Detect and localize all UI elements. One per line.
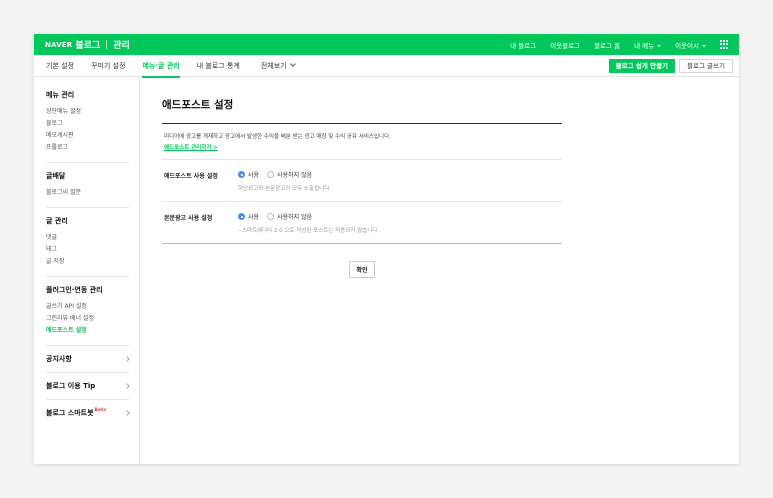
nav-user[interactable]: 이웃이시 — [675, 40, 706, 50]
sidebar-item-write-api[interactable]: 글쓰기 API 설정 — [46, 301, 129, 313]
radio-use[interactable]: 사용 — [238, 170, 259, 179]
radio-unchecked-icon — [267, 213, 275, 220]
tab-design-settings[interactable]: 꾸미기 설정 — [91, 55, 125, 77]
sidebar-section-title: 글배달 — [46, 172, 66, 180]
tab-basic-settings[interactable]: 기본 설정 — [46, 55, 74, 77]
radio-label: 사용하지 않음 — [277, 214, 313, 221]
radio-not-use[interactable]: 사용하지 않음 — [267, 170, 312, 179]
service-description: 미디어에 광고를 게재하고 광고에서 발생한 수익을 배분 받는 광고 매칭 및… — [162, 124, 562, 160]
chevron-right-icon — [124, 356, 130, 362]
sidebar-section-title: 글 관리 — [46, 217, 68, 225]
my-menu-label: 내 메뉴 — [634, 41, 655, 50]
sidebar-section-title: 블로그 이용 Tip — [46, 382, 96, 390]
header-actions: 블로그 쉽게 만들기 블로그 글쓰기 — [608, 59, 733, 73]
chevron-right-icon — [124, 410, 130, 416]
setting-hint: - 스마트에디터 2.0 으로 작성된 포스트는 적용되지 않습니다. — [238, 228, 380, 234]
write-post-button[interactable]: 블로그 글쓰기 — [679, 59, 733, 73]
radio-not-use[interactable]: 사용하지 않음 — [267, 212, 312, 221]
nav-my-menu[interactable]: 내 메뉴 — [634, 40, 662, 50]
sidebar-item-adpost[interactable]: 애드포스트 설정 — [46, 325, 129, 337]
blog-admin-window: NAVER 블로그 관리 내 블로그 이웃블로그 블로그 홈 내 메뉴 이웃이시… — [34, 34, 739, 464]
sidebar-item-saved-posts[interactable]: 글 저장 — [46, 256, 129, 268]
nav-my-blog[interactable]: 내 블로그 — [510, 40, 536, 50]
top-nav: 내 블로그 이웃블로그 블로그 홈 내 메뉴 이웃이시 — [496, 40, 729, 50]
admin-title: 관리 — [113, 41, 130, 51]
setting-options: 사용 사용하지 않음 - 스마트에디터 2.0 으로 작성된 포스트는 적용되지… — [238, 212, 562, 234]
caret-down-icon — [702, 44, 706, 47]
top-bar: NAVER 블로그 관리 내 블로그 이웃블로그 블로그 홈 내 메뉴 이웃이시 — [34, 34, 739, 55]
brand-divider — [106, 40, 108, 49]
smartbot-label: 블로그 스마트봇 — [46, 409, 94, 417]
sidebar-item-smartbot[interactable]: 블로그 스마트봇Beta — [46, 408, 130, 426]
radio-unchecked-icon — [267, 171, 275, 178]
inline-ad-usage-setting: 본문광고 사용 설정 사용 사용하지 않음 - 스마트에디터 2.0 으로 작성… — [162, 202, 562, 244]
nav-neighbor-blog[interactable]: 이웃블로그 — [550, 40, 580, 50]
sidebar-section-posting: 글배달 블로그씨 질문 — [46, 171, 129, 208]
sidebar-item-memo-board[interactable]: 메모게시판 — [46, 130, 129, 142]
sidebar-section-title: 메뉴 관리 — [46, 91, 75, 99]
main-panel: 애드포스트 설정 미디어에 광고를 게재하고 광고에서 발생한 수익을 배분 받… — [140, 77, 739, 464]
tab-blog-stats[interactable]: 내 블로그 통계 — [197, 55, 240, 77]
content-area: 메뉴 관리 상단메뉴 설정 블로그 메모게시판 프롤로그 글배달 블로그씨 질문… — [34, 77, 739, 464]
radio-group: 사용 사용하지 않음 — [238, 212, 562, 221]
sidebar-section-title: 블로그 스마트봇Beta — [46, 408, 106, 418]
radio-label: 사용하지 않음 — [277, 172, 313, 179]
nav-blog-home[interactable]: 블로그 홈 — [594, 40, 620, 50]
sidebar-section-posts: 글 관리 댓글 태그 글 저장 — [46, 216, 129, 277]
adpost-manage-label: 애드포스트 관리하기 — [164, 145, 212, 151]
setting-label: 본문광고 사용 설정 — [164, 215, 213, 222]
naver-logo: NAVER — [45, 40, 73, 49]
sidebar-item-blog-question[interactable]: 블로그씨 질문 — [46, 187, 129, 199]
chevron-right-icon — [124, 383, 130, 389]
page-title: 애드포스트 설정 — [162, 97, 562, 124]
confirm-area: 확인 — [162, 257, 562, 278]
brand-logo[interactable]: NAVER 블로그 관리 — [45, 38, 130, 51]
setting-hint: 하단광고와 본문광고가 모두 노출됩니다. — [238, 186, 332, 192]
sidebar-section-title: 공지사항 — [46, 355, 72, 363]
adpost-usage-setting: 애드포스트 사용 설정 사용 사용하지 않음 하단광고와 본문광고가 모두 노출… — [162, 160, 562, 202]
radio-checked-icon — [238, 213, 245, 220]
beta-badge: Beta — [94, 408, 107, 413]
view-all-label: 전체보기 — [260, 61, 287, 70]
sidebar: 메뉴 관리 상단메뉴 설정 블로그 메모게시판 프롤로그 글배달 블로그씨 질문… — [34, 77, 140, 464]
radio-label: 사용 — [248, 172, 260, 179]
setting-label: 애드포스트 사용 설정 — [164, 173, 218, 180]
sidebar-item-notice[interactable]: 공지사항 — [46, 354, 130, 373]
sidebar-section-plugins: 플러그인·연동 관리 글쓰기 API 설정 그린리뷰 배너 설정 애드포스트 설… — [46, 285, 129, 346]
chevron-right-icon: > — [213, 145, 218, 151]
settings-tabs: 기본 설정 꾸미기 설정 메뉴·글 관리 내 블로그 통계 전체보기 블로그 쉽… — [34, 55, 739, 78]
sidebar-item-tags[interactable]: 태그 — [46, 244, 129, 256]
confirm-button[interactable]: 확인 — [349, 261, 375, 278]
radio-group: 사용 사용하지 않음 — [238, 170, 562, 179]
setting-options: 사용 사용하지 않음 하단광고와 본문광고가 모두 노출됩니다. — [238, 170, 562, 192]
radio-checked-icon — [238, 171, 245, 178]
tab-menu-post-management[interactable]: 메뉴·글 관리 — [142, 55, 181, 78]
sidebar-item-comments[interactable]: 댓글 — [46, 232, 129, 244]
sidebar-item-prologue[interactable]: 프롤로그 — [46, 142, 129, 154]
description-text: 미디어에 광고를 게재하고 광고에서 발생한 수익을 배분 받는 광고 매칭 및… — [164, 134, 391, 140]
sidebar-item-top-menu[interactable]: 상단메뉴 설정 — [46, 106, 129, 118]
radio-label: 사용 — [248, 214, 260, 221]
sidebar-section-title: 플러그인·연동 관리 — [46, 286, 103, 294]
adpost-manage-link[interactable]: 애드포스트 관리하기 > — [164, 143, 218, 151]
chevron-down-icon — [289, 60, 296, 67]
sidebar-section-menu: 메뉴 관리 상단메뉴 설정 블로그 메모게시판 프롤로그 — [46, 90, 129, 163]
easy-create-button[interactable]: 블로그 쉽게 만들기 — [608, 59, 676, 73]
blog-logo: 블로그 — [75, 41, 101, 51]
caret-down-icon — [657, 44, 662, 47]
user-name: 이웃이시 — [675, 41, 699, 50]
view-all-dropdown[interactable]: 전체보기 — [260, 55, 296, 77]
sidebar-item-green-review[interactable]: 그린리뷰 배너 설정 — [46, 313, 129, 325]
radio-use[interactable]: 사용 — [238, 212, 259, 221]
sidebar-item-blog[interactable]: 블로그 — [46, 118, 129, 130]
sidebar-item-tip[interactable]: 블로그 이용 Tip — [46, 381, 130, 400]
apps-grid-icon[interactable] — [720, 40, 729, 49]
